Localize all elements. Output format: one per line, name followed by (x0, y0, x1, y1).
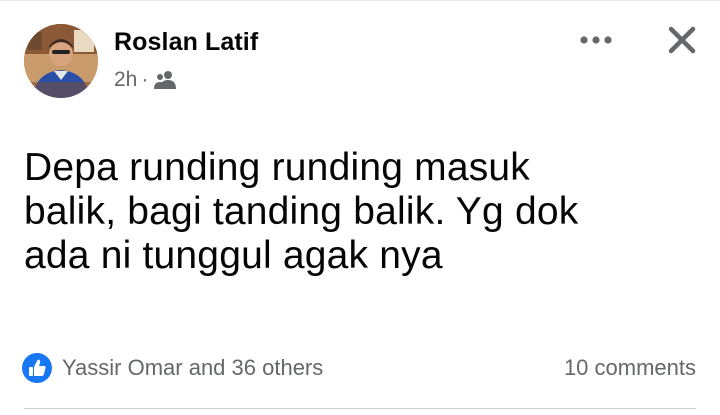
like-icon (22, 353, 52, 383)
meta-separator: · (141, 68, 149, 91)
more-options-button[interactable] (572, 24, 620, 56)
post-card: Roslan Latif 2h · Depa runding runding m… (0, 0, 720, 415)
more-horizontal-icon (580, 36, 612, 44)
author-name[interactable]: Roslan Latif (114, 28, 258, 57)
reactions-summary[interactable]: Yassir Omar and 36 others (22, 352, 323, 384)
divider (24, 408, 696, 409)
post-time[interactable]: 2h (114, 68, 137, 92)
comments-count[interactable]: 10 comments (564, 352, 696, 384)
reactions-label: Yassir Omar and 36 others (62, 355, 324, 380)
close-button[interactable] (658, 18, 706, 62)
close-icon (668, 26, 696, 54)
avatar[interactable] (24, 24, 98, 98)
avatar-photo (24, 24, 98, 98)
friends-icon[interactable] (154, 70, 178, 90)
post-meta: 2h · (114, 66, 178, 94)
post-text: Depa runding runding masuk balik, bagi t… (24, 146, 579, 277)
